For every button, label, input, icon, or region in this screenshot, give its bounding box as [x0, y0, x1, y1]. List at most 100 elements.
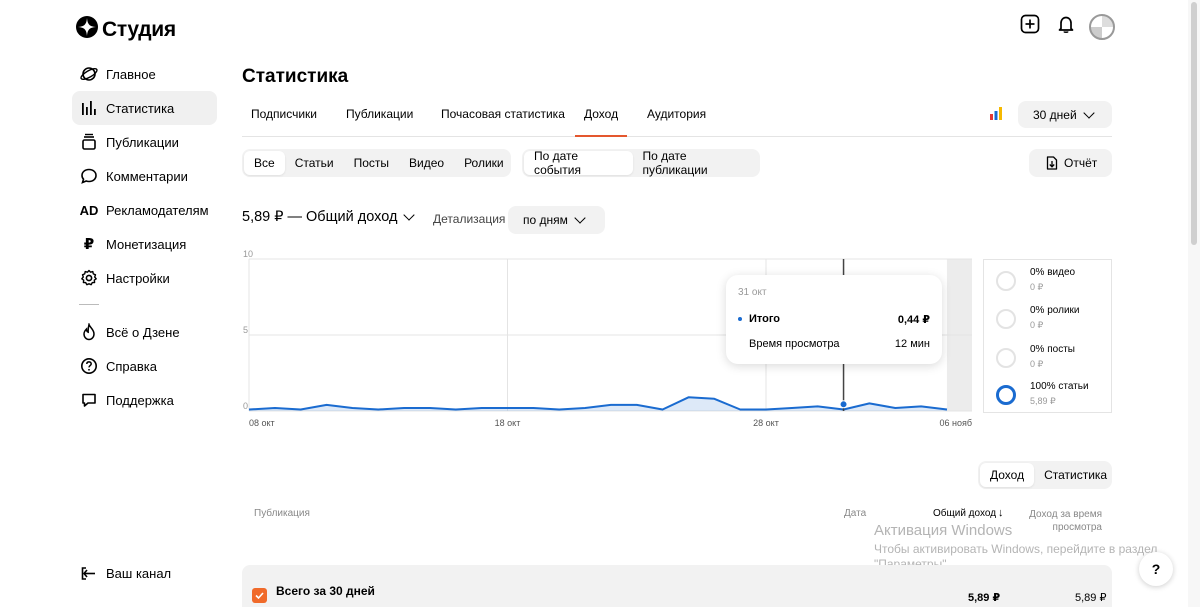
total-row-watch-income: 5,89 ₽ [1075, 592, 1107, 604]
x-tick-label: 28 окт [753, 418, 779, 428]
chart-hover-point [839, 400, 848, 409]
sidebar-item-label: Ваш канал [106, 565, 172, 581]
windows-activation-title: Активация Windows [874, 522, 1013, 539]
sidebar-item-statistics[interactable]: Статистика [72, 91, 217, 125]
question-icon [79, 356, 99, 376]
chevron-down-icon [403, 209, 416, 221]
chart-tooltip: 31 окт Итого 0,44 ₽ Время просмотра 12 м… [726, 275, 942, 364]
gear-icon [79, 268, 99, 288]
tab-publications[interactable]: Публикации [346, 107, 413, 135]
sidebar-item-label: Комментарии [106, 168, 188, 184]
date-mode-filter: По дате события По дате публикации [522, 149, 760, 177]
breakdown-posts[interactable]: 0% посты 0 ₽ [996, 343, 1075, 372]
sidebar-item-help[interactable]: Справка [72, 349, 217, 383]
sidebar-item-label: Поддержка [106, 392, 174, 408]
notifications-button[interactable] [1054, 14, 1078, 38]
filter-by-publish-date[interactable]: По дате публикации [633, 149, 759, 177]
sidebar-item-label: Настройки [106, 270, 170, 286]
tab-income[interactable]: Доход [574, 107, 628, 137]
total-income-dropdown[interactable]: 5,89 ₽ — Общий доход [242, 209, 416, 225]
breakdown-pct: 0% [1030, 267, 1045, 278]
bar-chart-icon [79, 98, 99, 118]
tooltip-total-label: Итого [749, 313, 781, 325]
breakdown-pct: 0% [1030, 305, 1045, 316]
tooltip-total-value: 0,44 ₽ [897, 314, 930, 326]
sidebar-item-about-zen[interactable]: Всё о Дзене [72, 315, 217, 349]
scrollbar-thumb[interactable] [1191, 2, 1197, 245]
breakdown-label: видео [1047, 267, 1076, 278]
tooltip-watch-value: 12 мин [894, 338, 930, 350]
column-publication[interactable]: Публикация [254, 508, 310, 519]
report-label: Отчёт [1064, 156, 1098, 170]
breakdown-label: посты [1047, 344, 1075, 355]
sidebar-item-label: Статистика [106, 100, 175, 116]
table-view-toggle: Доход Статистика [978, 461, 1112, 489]
detail-label: Детализация [433, 212, 506, 226]
filter-shorts[interactable]: Ролики [454, 151, 514, 175]
breakdown-pct: 0% [1030, 344, 1045, 355]
sidebar-item-advertisers[interactable]: AD Рекламодателям [72, 193, 217, 227]
avatar[interactable] [1089, 14, 1115, 40]
detail-value: по дням [523, 213, 568, 227]
x-tick-label: 06 нояб [939, 418, 972, 428]
breakdown-articles[interactable]: 100% статьи 5,89 ₽ [996, 380, 1089, 409]
add-button[interactable] [1018, 14, 1042, 38]
breakdown-amount: 0 ₽ [1030, 359, 1044, 369]
report-icon [1046, 156, 1058, 170]
chat-icon [79, 390, 99, 410]
check-icon [255, 592, 264, 600]
tab-audience[interactable]: Аудитория [647, 107, 706, 135]
sidebar-item-comments[interactable]: Комментарии [72, 159, 217, 193]
detail-selector[interactable]: по дням [508, 206, 605, 234]
tooltip-watch-label: Время просмотра [749, 338, 840, 350]
windows-activation-line1: Чтобы активировать Windows, перейдите в … [874, 542, 1158, 556]
x-tick-label: 08 окт [249, 418, 275, 428]
filter-video[interactable]: Видео [399, 151, 454, 175]
sidebar-item-publications[interactable]: Публикации [72, 125, 217, 159]
share-ring-icon [996, 384, 1016, 405]
period-selector[interactable]: 30 дней [1018, 101, 1112, 128]
total-row-income: 5,89 ₽ [968, 592, 1001, 604]
report-button[interactable]: Отчёт [1029, 149, 1112, 177]
filter-by-event-date[interactable]: По дате события [524, 149, 633, 177]
content-breakdown: 0% видео 0 ₽ 0% ролики 0 ₽ 0% посты 0 ₽ 100… [983, 259, 1112, 413]
sidebar-item-your-channel[interactable]: Ваш канал [72, 556, 217, 590]
breakdown-label: статьи [1058, 381, 1089, 392]
breakdown-amount: 5,89 ₽ [1030, 396, 1056, 406]
page-title: Статистика [242, 66, 349, 87]
color-bars-icon[interactable] [989, 106, 1005, 125]
view-income[interactable]: Доход [980, 463, 1035, 487]
sidebar-item-support[interactable]: Поддержка [72, 383, 217, 417]
breakdown-amount: 0 ₽ [1030, 320, 1044, 330]
y-tick-label: 0 [243, 401, 248, 411]
logo[interactable]: Студия [76, 16, 176, 43]
breakdown-video[interactable]: 0% видео 0 ₽ [996, 266, 1075, 295]
filter-all[interactable]: Все [244, 151, 285, 175]
view-statistics[interactable]: Статистика [1034, 463, 1117, 487]
flame-icon [79, 322, 99, 342]
tab-subscribers[interactable]: Подписчики [251, 107, 317, 135]
column-watch-income[interactable]: Доход за время просмотра [1020, 508, 1102, 534]
breakdown-amount: 0 ₽ [1030, 282, 1044, 292]
content-type-filter: Все Статьи Посты Видео Ролики [242, 149, 511, 177]
speech-bubble-icon [79, 166, 99, 186]
tab-bar: Подписчики Публикации Почасовая статисти… [242, 100, 1112, 137]
bell-icon [1056, 14, 1076, 39]
column-total-income[interactable]: Общий доход ↓ [933, 507, 1004, 519]
stack-icon [79, 132, 99, 152]
sidebar-item-monetization[interactable]: ₽ Монетизация [72, 227, 217, 261]
help-button[interactable]: ? [1139, 552, 1173, 586]
filter-articles[interactable]: Статьи [285, 151, 344, 175]
total-row-checkbox[interactable] [252, 588, 267, 603]
tab-hourly-stats[interactable]: Почасовая статистика [441, 107, 565, 135]
sidebar-item-label: Рекламодателям [106, 202, 209, 218]
sidebar-item-settings[interactable]: Настройки [72, 261, 217, 295]
filter-posts[interactable]: Посты [344, 151, 399, 175]
column-total-label: Общий доход [933, 507, 997, 519]
column-date[interactable]: Дата [844, 508, 866, 519]
share-ring-icon [996, 308, 1016, 329]
breakdown-shorts[interactable]: 0% ролики 0 ₽ [996, 304, 1080, 333]
sidebar-item-home[interactable]: Главное [72, 57, 217, 91]
ruble-icon: ₽ [83, 236, 95, 253]
x-tick-label: 18 окт [495, 418, 521, 428]
